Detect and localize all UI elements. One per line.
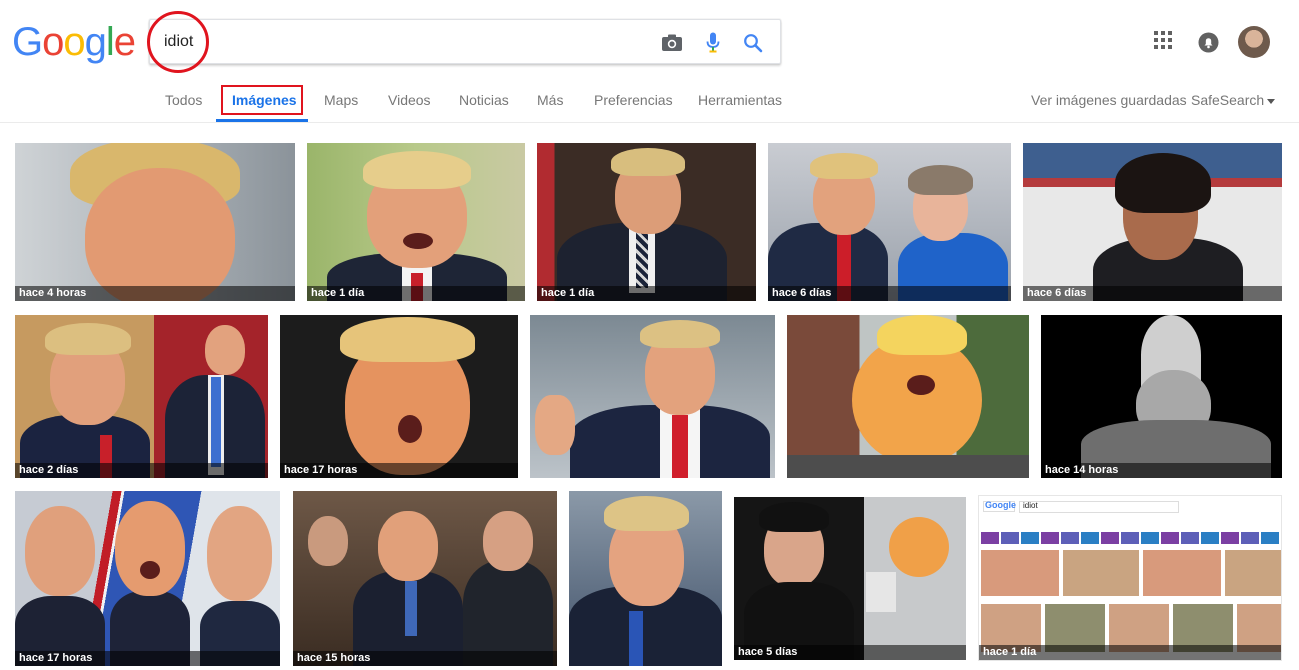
mini-search-query: idiot bbox=[1023, 501, 1038, 510]
tab-preferencias[interactable]: Preferencias bbox=[594, 92, 673, 108]
image-result[interactable]: Google idiot hace 1 día bbox=[978, 495, 1282, 661]
result-timestamp: hace 5 días bbox=[734, 645, 966, 660]
apps-grid-icon[interactable] bbox=[1154, 31, 1172, 54]
result-timestamp: hace 17 horas bbox=[280, 463, 518, 478]
result-image bbox=[483, 511, 533, 571]
result-timestamp: hace 1 día bbox=[307, 286, 525, 301]
tab-todos[interactable]: Todos bbox=[165, 92, 202, 108]
result-image bbox=[205, 325, 245, 375]
logo-letter: G bbox=[12, 20, 43, 64]
search-box[interactable] bbox=[149, 19, 781, 64]
result-image bbox=[981, 550, 1281, 596]
search-input[interactable] bbox=[164, 30, 644, 54]
image-result[interactable]: hace 17 horas bbox=[280, 315, 518, 478]
camera-icon[interactable] bbox=[659, 30, 685, 56]
saved-images-link[interactable]: Ver imágenes guardadas bbox=[1031, 92, 1187, 108]
tab-videos[interactable]: Videos bbox=[388, 92, 431, 108]
image-result[interactable]: hace 2 días bbox=[15, 315, 268, 478]
result-image bbox=[629, 611, 643, 666]
result-image bbox=[810, 153, 878, 179]
result-image bbox=[640, 320, 720, 348]
search-tabs: Todos Imágenes Maps Videos Noticias Más … bbox=[0, 80, 1299, 123]
google-logo[interactable]: Google bbox=[12, 20, 136, 64]
active-tab-underline bbox=[216, 119, 308, 122]
image-result[interactable]: hace 17 horas bbox=[15, 491, 280, 666]
logo-letter: g bbox=[84, 20, 107, 64]
result-timestamp: hace 1 día bbox=[537, 286, 756, 301]
result-image bbox=[866, 572, 896, 612]
tab-imagenes[interactable]: Imágenes bbox=[232, 92, 297, 108]
image-result[interactable]: hace 4 horas bbox=[15, 143, 295, 301]
tab-noticias[interactable]: Noticias bbox=[459, 92, 509, 108]
result-image bbox=[308, 516, 348, 566]
result-timestamp: hace 6 días bbox=[768, 286, 1011, 301]
result-image bbox=[340, 317, 475, 362]
result-image bbox=[981, 532, 1281, 544]
result-image bbox=[908, 165, 973, 195]
account-avatar[interactable] bbox=[1238, 26, 1270, 58]
result-image bbox=[140, 561, 160, 579]
result-image bbox=[45, 323, 131, 355]
result-image bbox=[25, 506, 95, 596]
logo-letter: e bbox=[113, 20, 136, 64]
result-image bbox=[363, 151, 471, 189]
result-timestamp: hace 6 días bbox=[1023, 286, 1282, 301]
result-timestamp: hace 17 horas bbox=[15, 651, 280, 666]
result-image bbox=[405, 581, 417, 636]
image-result[interactable]: hace 5 días bbox=[734, 497, 966, 660]
image-result[interactable] bbox=[569, 491, 722, 666]
image-result[interactable] bbox=[787, 315, 1029, 478]
result-image bbox=[889, 517, 949, 577]
search-icon[interactable] bbox=[740, 30, 766, 56]
image-result[interactable]: hace 1 día bbox=[537, 143, 756, 301]
result-image bbox=[378, 511, 438, 581]
tab-herramientas[interactable]: Herramientas bbox=[698, 92, 782, 108]
microphone-icon[interactable] bbox=[700, 30, 726, 56]
image-result[interactable]: hace 6 días bbox=[768, 143, 1011, 301]
image-result[interactable]: hace 1 día bbox=[307, 143, 525, 301]
result-timestamp: hace 14 horas bbox=[1041, 463, 1282, 478]
result-image bbox=[207, 506, 272, 601]
image-result[interactable]: hace 6 días bbox=[1023, 143, 1282, 301]
logo-letter: o bbox=[63, 20, 85, 64]
result-image bbox=[1115, 153, 1211, 213]
result-image bbox=[611, 148, 685, 176]
result-timestamp: hace 1 día bbox=[979, 645, 1281, 660]
result-image bbox=[115, 501, 185, 596]
result-timestamp: hace 4 horas bbox=[15, 286, 295, 301]
tab-maps[interactable]: Maps bbox=[324, 92, 358, 108]
safesearch-label: SafeSearch bbox=[1191, 92, 1265, 108]
result-timestamp: hace 15 horas bbox=[293, 651, 557, 666]
result-image bbox=[907, 375, 935, 395]
result-timestamp: hace 2 días bbox=[15, 463, 268, 478]
logo-letter: l bbox=[105, 20, 115, 64]
image-result[interactable]: hace 15 horas bbox=[293, 491, 557, 666]
notifications-icon[interactable] bbox=[1198, 32, 1219, 58]
result-image bbox=[1019, 501, 1179, 513]
result-image bbox=[398, 415, 422, 443]
image-result[interactable] bbox=[530, 315, 775, 478]
header: Google Todos Imágenes Maps Videos Notici… bbox=[0, 0, 1299, 123]
result-image bbox=[211, 377, 221, 467]
mini-google-logo: Google bbox=[985, 500, 1016, 510]
result-image bbox=[535, 395, 575, 455]
logo-letter: o bbox=[42, 20, 64, 64]
result-image bbox=[672, 415, 688, 478]
result-image bbox=[403, 233, 433, 249]
result-image bbox=[85, 168, 235, 301]
result-image bbox=[787, 455, 1029, 478]
safesearch-menu[interactable]: SafeSearch bbox=[1191, 92, 1276, 108]
result-image bbox=[604, 496, 689, 531]
result-image bbox=[877, 315, 967, 355]
image-result[interactable]: hace 14 horas bbox=[1041, 315, 1282, 478]
result-image bbox=[636, 228, 648, 288]
tab-mas[interactable]: Más bbox=[537, 92, 563, 108]
result-image bbox=[759, 502, 829, 532]
caret-down-icon bbox=[1267, 98, 1276, 104]
